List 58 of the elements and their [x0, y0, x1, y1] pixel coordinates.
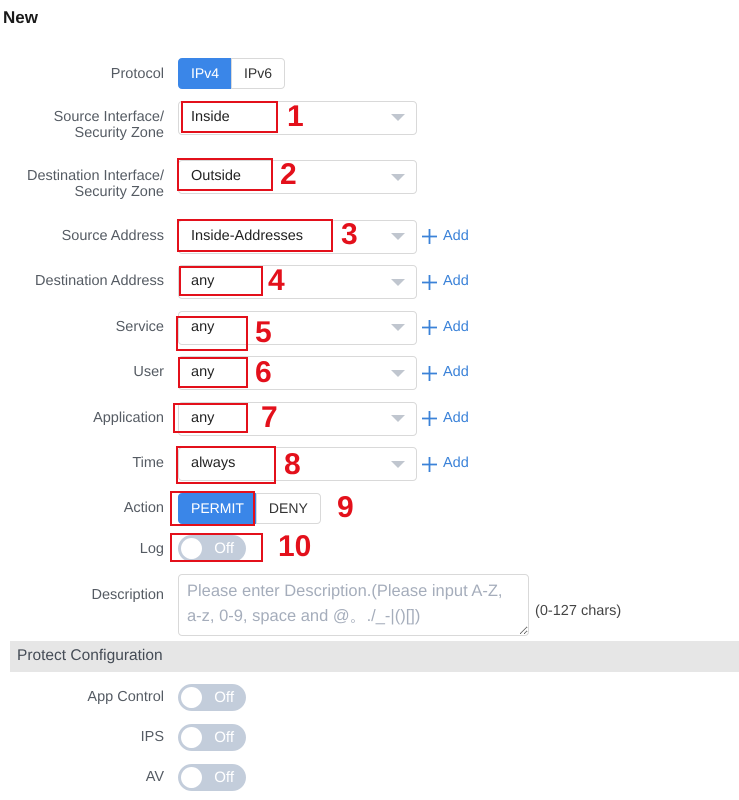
char-limit-hint: (0-127 chars)	[535, 602, 622, 621]
annotation-number: 10	[278, 532, 312, 562]
caret-down-icon	[391, 233, 405, 240]
field-label: Description	[91, 586, 164, 602]
annotation-number: 4	[268, 266, 285, 296]
add-link[interactable]: Add	[422, 362, 469, 384]
option-tab[interactable]: IPv6	[231, 58, 286, 89]
field-label: Action	[124, 500, 164, 516]
field-label: Protocol	[110, 66, 164, 82]
plus-icon	[422, 411, 437, 426]
field-label: Destination Address	[35, 272, 164, 291]
option-tab[interactable]: DENY	[256, 492, 321, 524]
caret-down-icon	[391, 174, 405, 180]
field-label: App Control	[87, 689, 164, 705]
toggle-knob	[181, 538, 202, 559]
field-label: IPS	[140, 729, 164, 745]
option-tab[interactable]: IPv4	[178, 58, 232, 89]
annotation-number: 8	[284, 450, 301, 480]
caret-down-icon	[391, 460, 405, 468]
field-label: AV	[146, 769, 164, 785]
field-label: Destination Interface/ Security Zone	[26, 167, 164, 202]
annotation-number: 6	[255, 358, 272, 388]
field-label: Log	[140, 540, 164, 556]
add-link[interactable]: Add	[422, 316, 469, 338]
annotation-number: 7	[261, 402, 278, 432]
page-title: New	[3, 8, 38, 27]
option-tab[interactable]: PERMIT	[178, 492, 257, 524]
plus-icon	[422, 366, 437, 380]
caret-down-icon	[391, 114, 405, 121]
section-header: Protect Configuration	[10, 640, 739, 672]
add-link[interactable]: Add	[422, 271, 469, 293]
caret-down-icon	[391, 370, 405, 376]
plus-icon	[422, 274, 437, 290]
toggle-knob	[181, 686, 202, 708]
field-label: Source Interface/ Security Zone	[54, 108, 164, 142]
description-field[interactable]: Please enter Description.(Please input A-Z, a-z, 0-9, space and @。./_-|()[])	[178, 574, 529, 636]
annotation-number: 1	[287, 102, 304, 132]
field-label: Application	[93, 408, 164, 428]
toggle-knob	[181, 726, 202, 748]
toggle-knob	[181, 766, 202, 788]
annotation-number: 9	[337, 493, 354, 523]
plus-icon	[422, 229, 437, 244]
annotation-number: 2	[280, 160, 297, 190]
plus-icon	[422, 456, 437, 472]
add-link[interactable]: Add	[422, 408, 469, 430]
annotation-box	[176, 316, 248, 350]
plus-icon	[422, 320, 437, 335]
annotation-number: 3	[341, 220, 358, 250]
field-label: Source Address	[62, 226, 164, 246]
add-link[interactable]: Add	[422, 453, 469, 475]
annotation-box	[178, 357, 248, 388]
add-link[interactable]: Add	[422, 226, 469, 248]
caret-down-icon	[391, 324, 405, 331]
caret-down-icon	[391, 278, 405, 286]
field-label: User	[133, 363, 164, 382]
caret-down-icon	[391, 415, 405, 422]
field-label: Time	[132, 454, 164, 473]
field-label: Service	[116, 318, 164, 336]
